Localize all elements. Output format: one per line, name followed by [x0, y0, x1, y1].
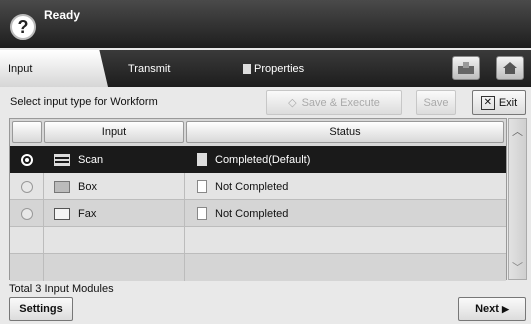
status-cell — [184, 227, 506, 254]
scroll-up-icon[interactable]: ︿ — [509, 123, 526, 139]
tab-input-label: Input — [8, 62, 33, 75]
status-cell: Completed(Default) — [184, 146, 506, 173]
input-name: Fax — [78, 207, 97, 220]
row-select-cell — [10, 227, 43, 254]
tab-properties[interactable]: Properties — [243, 50, 353, 87]
input-table: Input Status Scan Completed(Default) Box… — [9, 118, 507, 281]
row-select-cell — [10, 146, 43, 173]
arrow-right-icon: ▶ — [501, 303, 509, 314]
total-modules-text: Total 3 Input Modules — [9, 283, 114, 295]
next-button[interactable]: Next ▶ — [458, 297, 526, 321]
tray-icon — [458, 62, 474, 74]
table-scrollbar[interactable]: ︿ ﹀ — [508, 118, 527, 280]
status-cell: Not Completed — [184, 173, 506, 200]
exit-label: Exit — [498, 96, 518, 109]
next-label: Next — [475, 303, 499, 315]
help-button[interactable]: ? — [10, 14, 36, 40]
instruction-text: Select input type for Workform — [10, 96, 158, 108]
table-row[interactable]: Scan Completed(Default) — [10, 146, 506, 173]
tab-transmit-label: Transmit — [128, 62, 171, 75]
settings-button[interactable]: Settings — [9, 297, 73, 321]
table-header: Input Status — [10, 119, 506, 145]
document-icon — [197, 180, 207, 193]
save-label: Save — [423, 96, 449, 109]
status-text: Not Completed — [215, 207, 289, 220]
machine-status: Ready — [44, 8, 81, 22]
job-status-button[interactable] — [452, 56, 480, 80]
input-cell: Scan — [43, 146, 185, 173]
document-icon — [197, 153, 207, 166]
radio-button[interactable] — [20, 153, 33, 166]
row-select-cell — [10, 200, 43, 227]
document-icon — [197, 207, 207, 220]
tab-properties-label: Properties — [254, 62, 305, 75]
home-icon — [503, 62, 517, 74]
document-icon — [243, 63, 251, 74]
input-cell: Fax — [43, 200, 185, 227]
input-cell — [43, 227, 185, 254]
fax-icon — [54, 207, 70, 220]
save-execute-button[interactable]: ◇ Save & Execute — [266, 90, 402, 115]
tab-transmit[interactable]: Transmit — [126, 50, 226, 87]
empty-row — [10, 254, 506, 281]
save-execute-label: Save & Execute — [301, 96, 380, 109]
radio-button[interactable] — [20, 180, 33, 193]
box-icon — [54, 180, 70, 193]
home-button[interactable] — [496, 56, 524, 80]
input-cell: Box — [43, 173, 185, 200]
row-select-cell — [10, 173, 43, 200]
input-column-header[interactable]: Input — [44, 121, 184, 143]
scanner-icon — [54, 153, 70, 166]
input-column-label: Input — [101, 126, 127, 138]
table-row[interactable]: Box Not Completed — [10, 173, 506, 200]
tab-input[interactable]: Input — [0, 50, 108, 87]
help-icon: ? — [17, 16, 29, 37]
input-name: Scan — [78, 153, 104, 166]
input-name: Box — [78, 180, 97, 193]
save-button[interactable]: Save — [416, 90, 456, 115]
header-bar: ? Ready — [0, 0, 531, 48]
exit-button[interactable]: ✕ Exit — [472, 90, 526, 115]
diamond-icon: ◇ — [288, 97, 297, 109]
status-column-label: Status — [329, 126, 361, 138]
table-row[interactable]: Fax Not Completed — [10, 200, 506, 227]
radio-button[interactable] — [20, 207, 33, 220]
status-text: Completed(Default) — [215, 153, 311, 166]
status-text: Not Completed — [215, 180, 289, 193]
close-icon: ✕ — [480, 95, 495, 110]
status-cell: Not Completed — [184, 200, 506, 227]
status-cell — [184, 254, 506, 281]
settings-label: Settings — [19, 303, 63, 315]
empty-row — [10, 227, 506, 254]
select-column-header — [12, 121, 42, 143]
row-select-cell — [10, 254, 43, 281]
scroll-down-icon[interactable]: ﹀ — [509, 259, 526, 275]
input-cell — [43, 254, 185, 281]
status-column-header[interactable]: Status — [186, 121, 504, 143]
